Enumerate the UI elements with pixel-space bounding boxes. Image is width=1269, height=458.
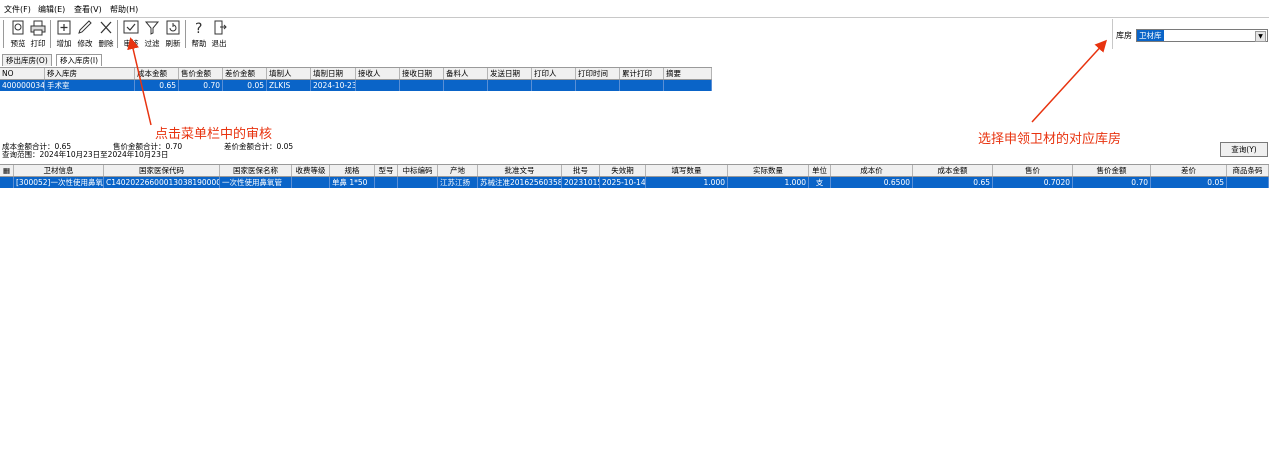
annotation-arrows	[127, 37, 1108, 126]
annotation-right: 选择申领卫材的对应库房	[978, 132, 1122, 147]
annotation-left: 点击菜单栏中的审核	[155, 127, 273, 142]
arrow-to-warehouse	[1031, 39, 1108, 123]
arrow-to-audit	[127, 37, 152, 126]
